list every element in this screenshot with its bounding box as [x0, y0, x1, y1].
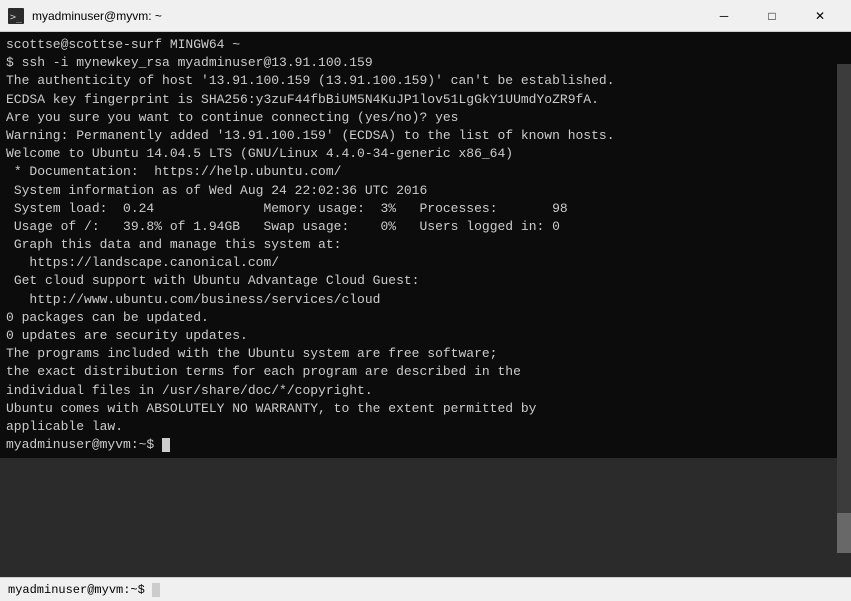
- terminal-line: individual files in /usr/share/doc/*/cop…: [6, 382, 845, 400]
- terminal-line: 0 packages can be updated.: [6, 309, 845, 327]
- titlebar: >_ myadminuser@myvm: ~ ─ □ ✕: [0, 0, 851, 32]
- terminal-line: * Documentation: https://help.ubuntu.com…: [6, 163, 845, 181]
- terminal-line: https://landscape.canonical.com/: [6, 254, 845, 272]
- terminal-line: scottse@scottse-surf MINGW64 ~: [6, 36, 845, 54]
- terminal-body[interactable]: scottse@scottse-surf MINGW64 ~$ ssh -i m…: [0, 32, 851, 458]
- terminal-line: Usage of /: 39.8% of 1.94GB Swap usage: …: [6, 218, 845, 236]
- window-controls: ─ □ ✕: [701, 1, 843, 31]
- cursor: [152, 583, 160, 597]
- terminal-line: Are you sure you want to continue connec…: [6, 109, 845, 127]
- terminal-line: http://www.ubuntu.com/business/services/…: [6, 291, 845, 309]
- statusbar: myadminuser@myvm:~$: [0, 577, 851, 601]
- prompt-cursor: [162, 438, 170, 452]
- terminal-line: The programs included with the Ubuntu sy…: [6, 345, 845, 363]
- terminal-icon: >_: [8, 8, 24, 24]
- window-title: myadminuser@myvm: ~: [32, 9, 693, 23]
- close-button[interactable]: ✕: [797, 1, 843, 31]
- terminal-line: ECDSA key fingerprint is SHA256:y3zuF44f…: [6, 91, 845, 109]
- terminal-line: System information as of Wed Aug 24 22:0…: [6, 182, 845, 200]
- terminal-line: System load: 0.24 Memory usage: 3% Proce…: [6, 200, 845, 218]
- scrollbar-track[interactable]: [837, 64, 851, 553]
- terminal-line: 0 updates are security updates.: [6, 327, 845, 345]
- terminal-line: applicable law.: [6, 418, 845, 436]
- statusbar-text: myadminuser@myvm:~$: [8, 583, 160, 597]
- terminal-line: The authenticity of host '13.91.100.159 …: [6, 72, 845, 90]
- terminal-line: Get cloud support with Ubuntu Advantage …: [6, 272, 845, 290]
- terminal-line: the exact distribution terms for each pr…: [6, 363, 845, 381]
- scrollbar-thumb[interactable]: [837, 513, 851, 553]
- minimize-button[interactable]: ─: [701, 1, 747, 31]
- terminal-line: Welcome to Ubuntu 14.04.5 LTS (GNU/Linux…: [6, 145, 845, 163]
- terminal-line: Graph this data and manage this system a…: [6, 236, 845, 254]
- maximize-button[interactable]: □: [749, 1, 795, 31]
- terminal-line: Warning: Permanently added '13.91.100.15…: [6, 127, 845, 145]
- terminal-line: Ubuntu comes with ABSOLUTELY NO WARRANTY…: [6, 400, 845, 418]
- terminal-wrapper: scottse@scottse-surf MINGW64 ~$ ssh -i m…: [0, 32, 851, 577]
- terminal-line: $ ssh -i mynewkey_rsa myadminuser@13.91.…: [6, 54, 845, 72]
- prompt-line: myadminuser@myvm:~$: [6, 436, 845, 454]
- svg-text:>_: >_: [10, 12, 23, 23]
